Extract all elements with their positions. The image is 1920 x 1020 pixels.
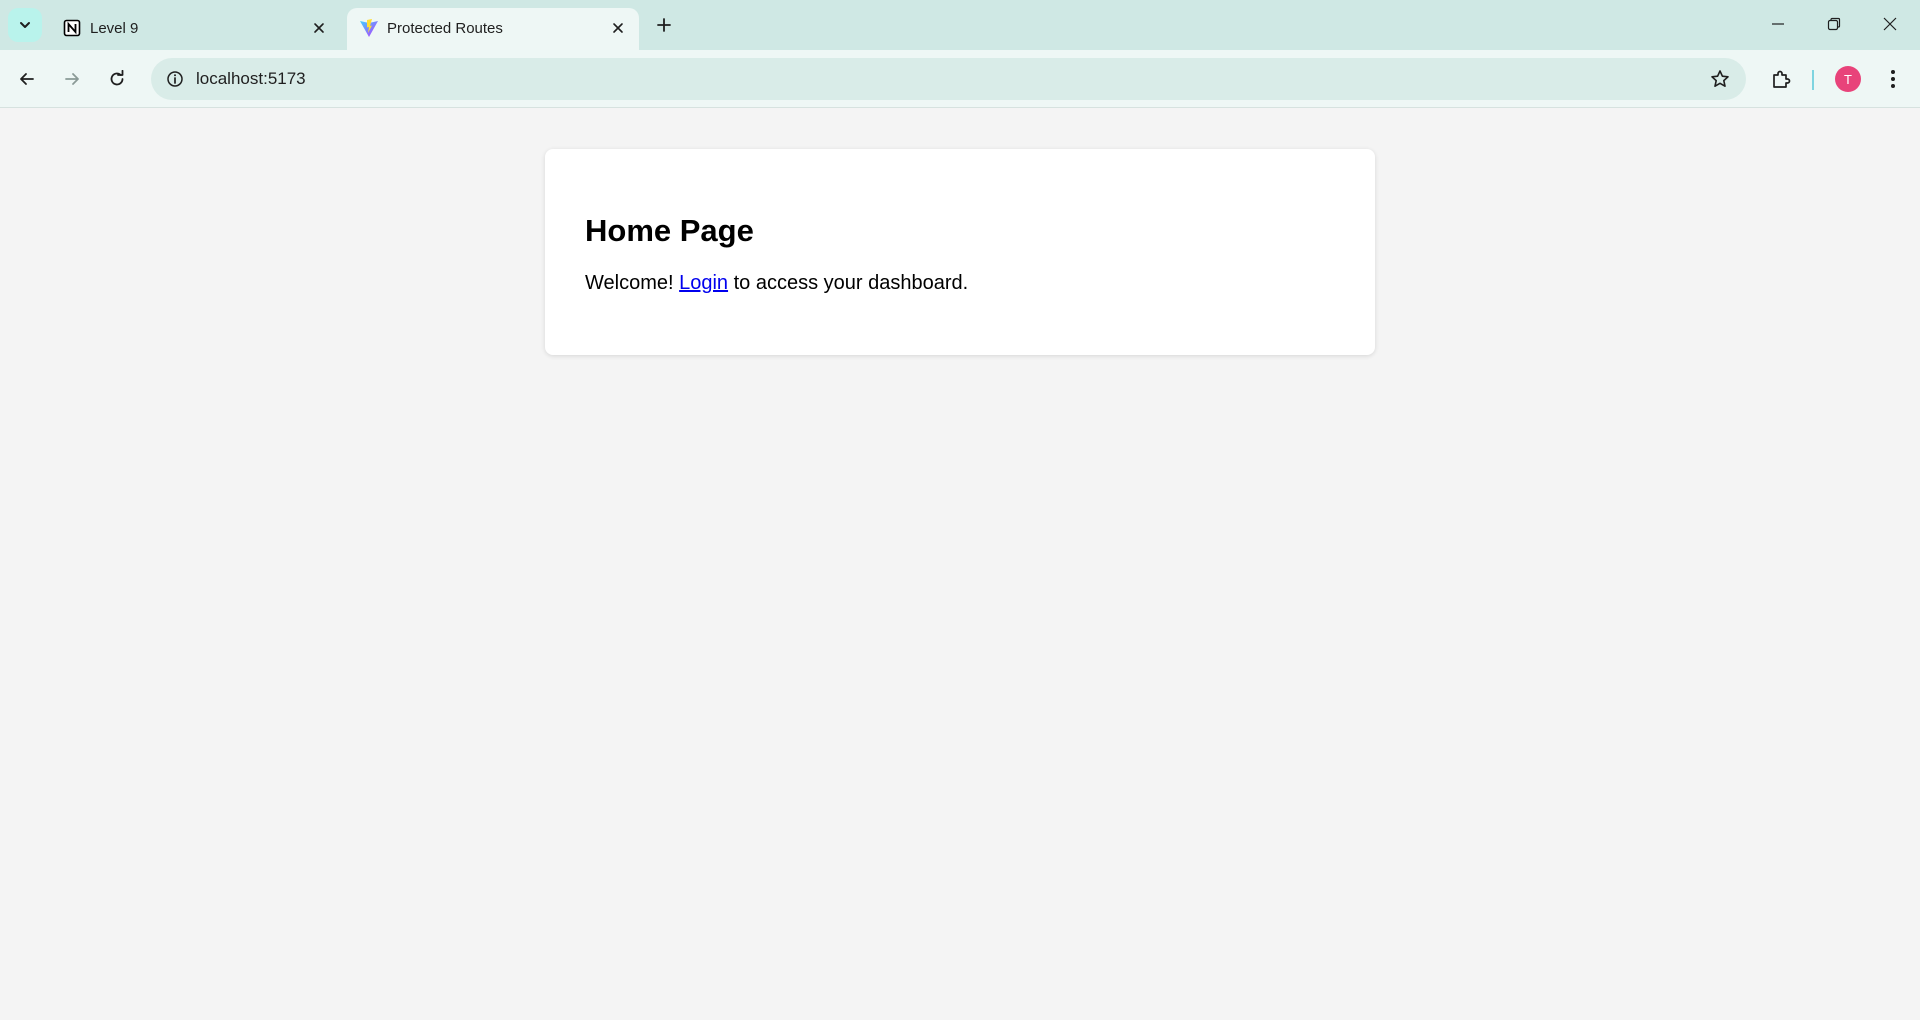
minimize-button[interactable]: [1750, 0, 1806, 48]
tab-search-button[interactable]: [8, 8, 42, 42]
reload-button[interactable]: [99, 61, 135, 97]
site-info-icon[interactable]: [159, 63, 191, 95]
close-icon: [612, 22, 624, 34]
tab-level-9[interactable]: Level 9: [50, 8, 340, 50]
url-text[interactable]: localhost:5173: [196, 69, 306, 89]
plus-icon: [656, 17, 672, 33]
close-icon: [1883, 17, 1897, 31]
close-window-button[interactable]: [1862, 0, 1918, 48]
restore-icon: [1827, 17, 1841, 31]
browser-toolbar: localhost:5173 T: [0, 50, 1920, 108]
forward-button[interactable]: [54, 61, 90, 97]
address-bar[interactable]: localhost:5173: [151, 58, 1746, 100]
arrow-left-icon: [18, 70, 36, 88]
welcome-message: Welcome! Login to access your dashboard.: [585, 273, 968, 293]
tab-title: Protected Routes: [387, 20, 503, 37]
puzzle-piece-icon: [1770, 68, 1792, 90]
arrow-right-icon: [63, 70, 81, 88]
tab-title: Level 9: [90, 20, 139, 37]
browser-menu-button[interactable]: [1875, 61, 1911, 97]
bookmark-star-icon[interactable]: [1704, 63, 1736, 95]
login-link[interactable]: Login: [679, 272, 728, 294]
page-viewport: Home Page Welcome! Login to access your …: [0, 108, 1920, 1020]
close-tab-button[interactable]: [308, 17, 330, 39]
reload-icon: [108, 70, 126, 88]
extensions-button[interactable]: [1763, 61, 1799, 97]
new-tab-button[interactable]: [650, 11, 678, 39]
close-tab-button[interactable]: [607, 17, 629, 39]
tab-protected-routes[interactable]: Protected Routes: [347, 8, 639, 50]
back-button[interactable]: [9, 61, 45, 97]
notion-icon: [62, 18, 82, 38]
chevron-down-icon: [18, 18, 32, 32]
restore-button[interactable]: [1806, 0, 1862, 48]
toolbar-divider: [1812, 70, 1814, 90]
close-icon: [313, 22, 325, 34]
more-vertical-icon: [1890, 69, 1896, 89]
home-card: Home Page Welcome! Login to access your …: [545, 149, 1375, 355]
page-title: Home Page: [585, 213, 754, 248]
vite-icon: [359, 18, 379, 38]
profile-avatar[interactable]: T: [1835, 66, 1861, 92]
welcome-suffix: to access your dashboard.: [733, 272, 969, 294]
minimize-icon: [1771, 17, 1785, 31]
welcome-prefix: Welcome!: [585, 272, 674, 294]
tab-strip: Level 9 Protected Routes: [0, 0, 1920, 50]
